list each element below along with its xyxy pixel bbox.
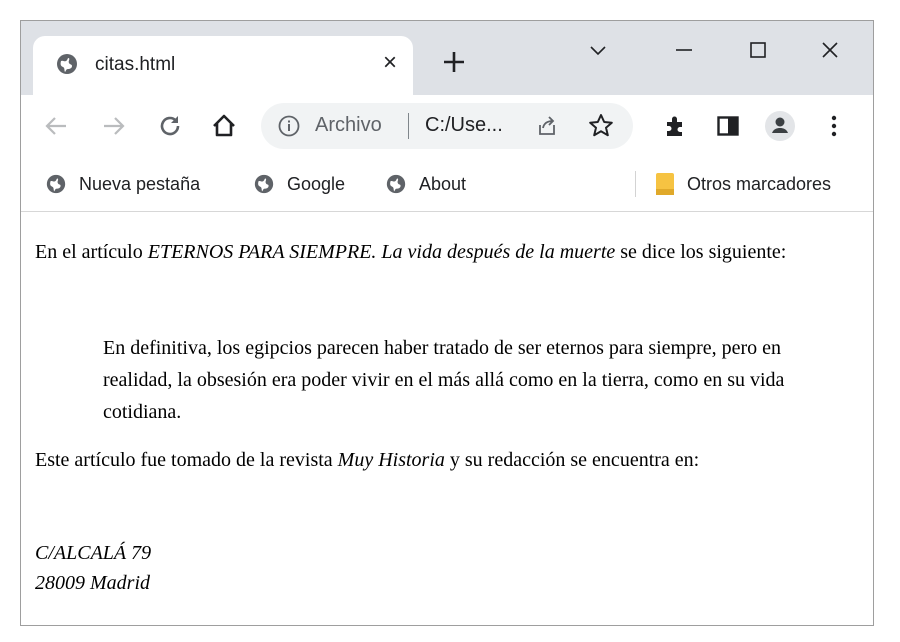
bookmark-about[interactable]: About [385, 171, 466, 197]
address-bar[interactable]: Archivo C:/Use... [261, 103, 633, 149]
source-text-after: y su redacción se encuentra en: [444, 449, 700, 471]
omnibox-divider [408, 113, 409, 139]
side-panel-icon[interactable] [711, 109, 745, 143]
globe-icon [46, 174, 66, 194]
address-line-2: 28009 Madrid [35, 572, 150, 594]
extensions-icon[interactable] [659, 109, 693, 143]
globe-icon [386, 174, 406, 194]
chevron-down-icon[interactable] [575, 27, 621, 73]
bookmark-google[interactable]: Google [253, 171, 345, 197]
tab-citas[interactable]: citas.html × [33, 36, 413, 95]
bookmarks-divider [635, 171, 636, 197]
bookmark-label: Google [287, 173, 346, 194]
new-tab-plus-icon[interactable] [439, 47, 469, 77]
kebab-menu-icon[interactable] [817, 109, 851, 143]
bookmark-label: About [419, 173, 467, 194]
share-icon[interactable] [535, 114, 559, 138]
globe-icon [254, 174, 274, 194]
blockquote: En definitiva, los egipcios parecen habe… [103, 337, 785, 423]
bookmark-label: Nueva pestaña [79, 173, 201, 194]
toolbar: Archivo C:/Use... [21, 95, 873, 157]
intro-text-before: En el artículo [35, 241, 148, 263]
address: C/ALCALÁ 79 28009 Madrid [35, 538, 151, 598]
tab-strip: citas.html × [21, 21, 873, 95]
bookmarks-bar: Nueva pestaña Google About Otros marcado… [21, 157, 873, 212]
forward-arrow-icon[interactable] [97, 109, 131, 143]
maximize-icon[interactable] [735, 27, 781, 73]
profile-icon[interactable] [763, 109, 797, 143]
article-title: ETERNOS PARA SIEMPRE. La vida después de… [147, 241, 616, 263]
bookmark-nueva-pestana[interactable]: Nueva pestaña [45, 171, 200, 197]
browser-window: citas.html × Archivo C:/Use... Nueva pes… [20, 20, 874, 626]
minimize-icon[interactable] [661, 27, 707, 73]
star-icon[interactable] [587, 112, 615, 140]
intro-text-after: se dice los siguiente: [615, 241, 787, 263]
tab-title: citas.html [95, 54, 176, 75]
folder-icon [656, 173, 674, 195]
magazine-name: Muy Historia [337, 449, 445, 471]
reload-icon[interactable] [153, 109, 187, 143]
globe-icon [55, 52, 79, 76]
close-window-icon[interactable] [807, 27, 853, 73]
source-paragraph: Este artículo fue tomado de la revista M… [35, 448, 857, 472]
info-icon[interactable] [277, 114, 301, 138]
bookmark-otros-marcadores[interactable]: Otros marcadores [655, 171, 831, 197]
url-text[interactable]: C:/Use... [425, 114, 503, 137]
source-text-before: Este artículo fue tomado de la revista [35, 449, 338, 471]
back-arrow-icon[interactable] [39, 109, 73, 143]
bookmark-label: Otros marcadores [687, 173, 832, 194]
page-content: En el artículo ETERNOS PARA SIEMPRE. La … [21, 212, 873, 625]
close-tab-icon[interactable]: × [377, 50, 403, 76]
scheme-label: Archivo [315, 114, 382, 136]
address-line-1: C/ALCALÁ 79 [35, 542, 152, 564]
home-icon[interactable] [207, 109, 241, 143]
intro-paragraph: En el artículo ETERNOS PARA SIEMPRE. La … [35, 240, 857, 264]
